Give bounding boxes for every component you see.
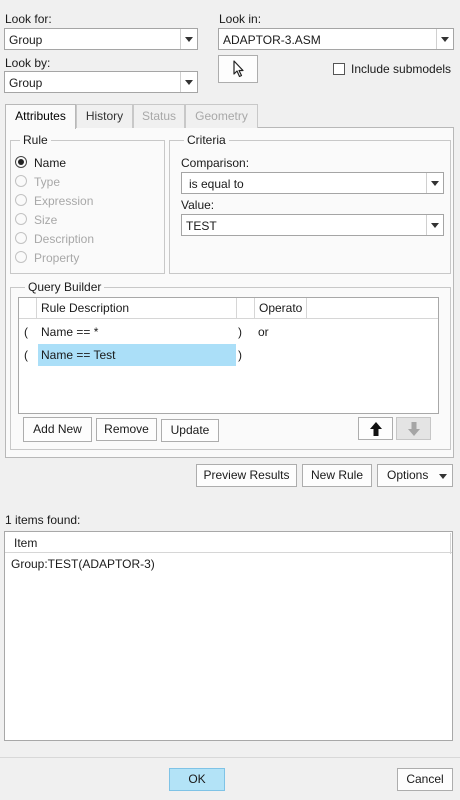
- radio-size[interactable]: [15, 213, 27, 225]
- options-label: Options: [387, 468, 429, 482]
- query-grid[interactable]: Rule Description Operato ( Name == * ) o…: [18, 297, 439, 414]
- value-label: Value:: [181, 198, 215, 212]
- comparison-dropdown[interactable]: is equal to: [181, 172, 444, 194]
- criteria-group-title: Criteria: [184, 133, 229, 147]
- chevron-down-icon[interactable]: [180, 29, 197, 49]
- radio-name-label: Name: [34, 156, 67, 170]
- look-for-dropdown[interactable]: Group: [4, 28, 198, 50]
- preview-results-button[interactable]: Preview Results: [196, 464, 297, 487]
- radio-description[interactable]: [15, 232, 27, 244]
- tab-geometry[interactable]: Geometry: [185, 104, 258, 128]
- ok-button[interactable]: OK: [169, 768, 225, 791]
- look-by-dropdown[interactable]: Group: [4, 71, 198, 93]
- items-found-label: 1 items found:: [5, 513, 81, 527]
- cancel-button[interactable]: Cancel: [397, 768, 453, 791]
- arrow-down-icon: [408, 422, 420, 436]
- chevron-down-icon[interactable]: [436, 29, 453, 49]
- remove-button[interactable]: Remove: [96, 418, 157, 441]
- spare-column: [307, 298, 437, 319]
- radio-property[interactable]: [15, 251, 27, 263]
- look-in-dropdown[interactable]: ADAPTOR-3.ASM: [218, 28, 454, 50]
- tab-status[interactable]: Status: [133, 104, 185, 128]
- results-list[interactable]: Item Group:TEST(ADAPTOR-3): [4, 531, 453, 741]
- look-by-label: Look by:: [5, 56, 51, 70]
- look-in-value: ADAPTOR-3.ASM: [223, 33, 321, 47]
- chevron-down-icon[interactable]: [180, 72, 197, 92]
- results-header: Item: [5, 532, 452, 554]
- operator-column[interactable]: Operato: [255, 298, 307, 319]
- row-rule-description: Name == *: [41, 325, 99, 339]
- row-open-paren: (: [24, 325, 28, 339]
- update-button[interactable]: Update: [161, 419, 219, 442]
- query-grid-header: Rule Description Operato: [19, 298, 438, 319]
- footer-divider: [0, 757, 460, 758]
- radio-expression[interactable]: [15, 194, 27, 206]
- look-for-value: Group: [9, 33, 43, 47]
- cursor-arrow-icon: [233, 60, 244, 78]
- move-down-button[interactable]: [396, 417, 431, 440]
- tab-attributes[interactable]: Attributes: [5, 104, 76, 129]
- look-for-label: Look for:: [5, 12, 52, 26]
- look-by-value: Group: [9, 76, 43, 90]
- include-submodels-checkbox[interactable]: [333, 63, 345, 75]
- radio-size-label: Size: [34, 213, 58, 227]
- rule-group-title: Rule: [20, 133, 51, 147]
- options-button[interactable]: Options: [377, 464, 453, 487]
- value-value: TEST: [186, 219, 217, 233]
- row-rule-description: Name == Test: [41, 348, 116, 362]
- row-operator: or: [258, 325, 269, 339]
- new-rule-button[interactable]: New Rule: [302, 464, 372, 487]
- chevron-down-icon[interactable]: [426, 215, 443, 235]
- radio-property-label: Property: [34, 251, 80, 265]
- item-column[interactable]: Item: [5, 533, 451, 554]
- query-builder-title: Query Builder: [25, 280, 105, 294]
- value-combobox[interactable]: TEST: [181, 214, 444, 236]
- move-up-button[interactable]: [358, 417, 393, 440]
- include-submodels-label: Include submodels: [351, 62, 452, 76]
- comparison-label: Comparison:: [181, 156, 250, 170]
- chevron-down-icon[interactable]: [426, 173, 443, 193]
- tab-history[interactable]: History: [76, 104, 133, 128]
- radio-type[interactable]: [15, 175, 27, 187]
- radio-type-label: Type: [34, 175, 61, 189]
- radio-expression-label: Expression: [34, 194, 94, 208]
- rule-description-column[interactable]: Rule Description: [37, 298, 237, 319]
- row-close-paren: ): [238, 348, 242, 362]
- chevron-down-icon: [439, 474, 447, 479]
- row-close-paren: ): [238, 325, 242, 339]
- look-in-label: Look in:: [219, 12, 262, 26]
- close-paren-column: [237, 298, 255, 319]
- select-model-button[interactable]: [218, 55, 258, 83]
- radio-name[interactable]: [15, 156, 27, 168]
- arrow-up-icon: [370, 422, 382, 436]
- add-new-button[interactable]: Add New: [23, 417, 92, 442]
- radio-description-label: Description: [34, 232, 95, 246]
- row-open-paren: (: [24, 348, 28, 362]
- open-paren-column: [19, 298, 37, 319]
- comparison-value: is equal to: [189, 177, 244, 191]
- list-item[interactable]: Group:TEST(ADAPTOR-3): [11, 557, 155, 571]
